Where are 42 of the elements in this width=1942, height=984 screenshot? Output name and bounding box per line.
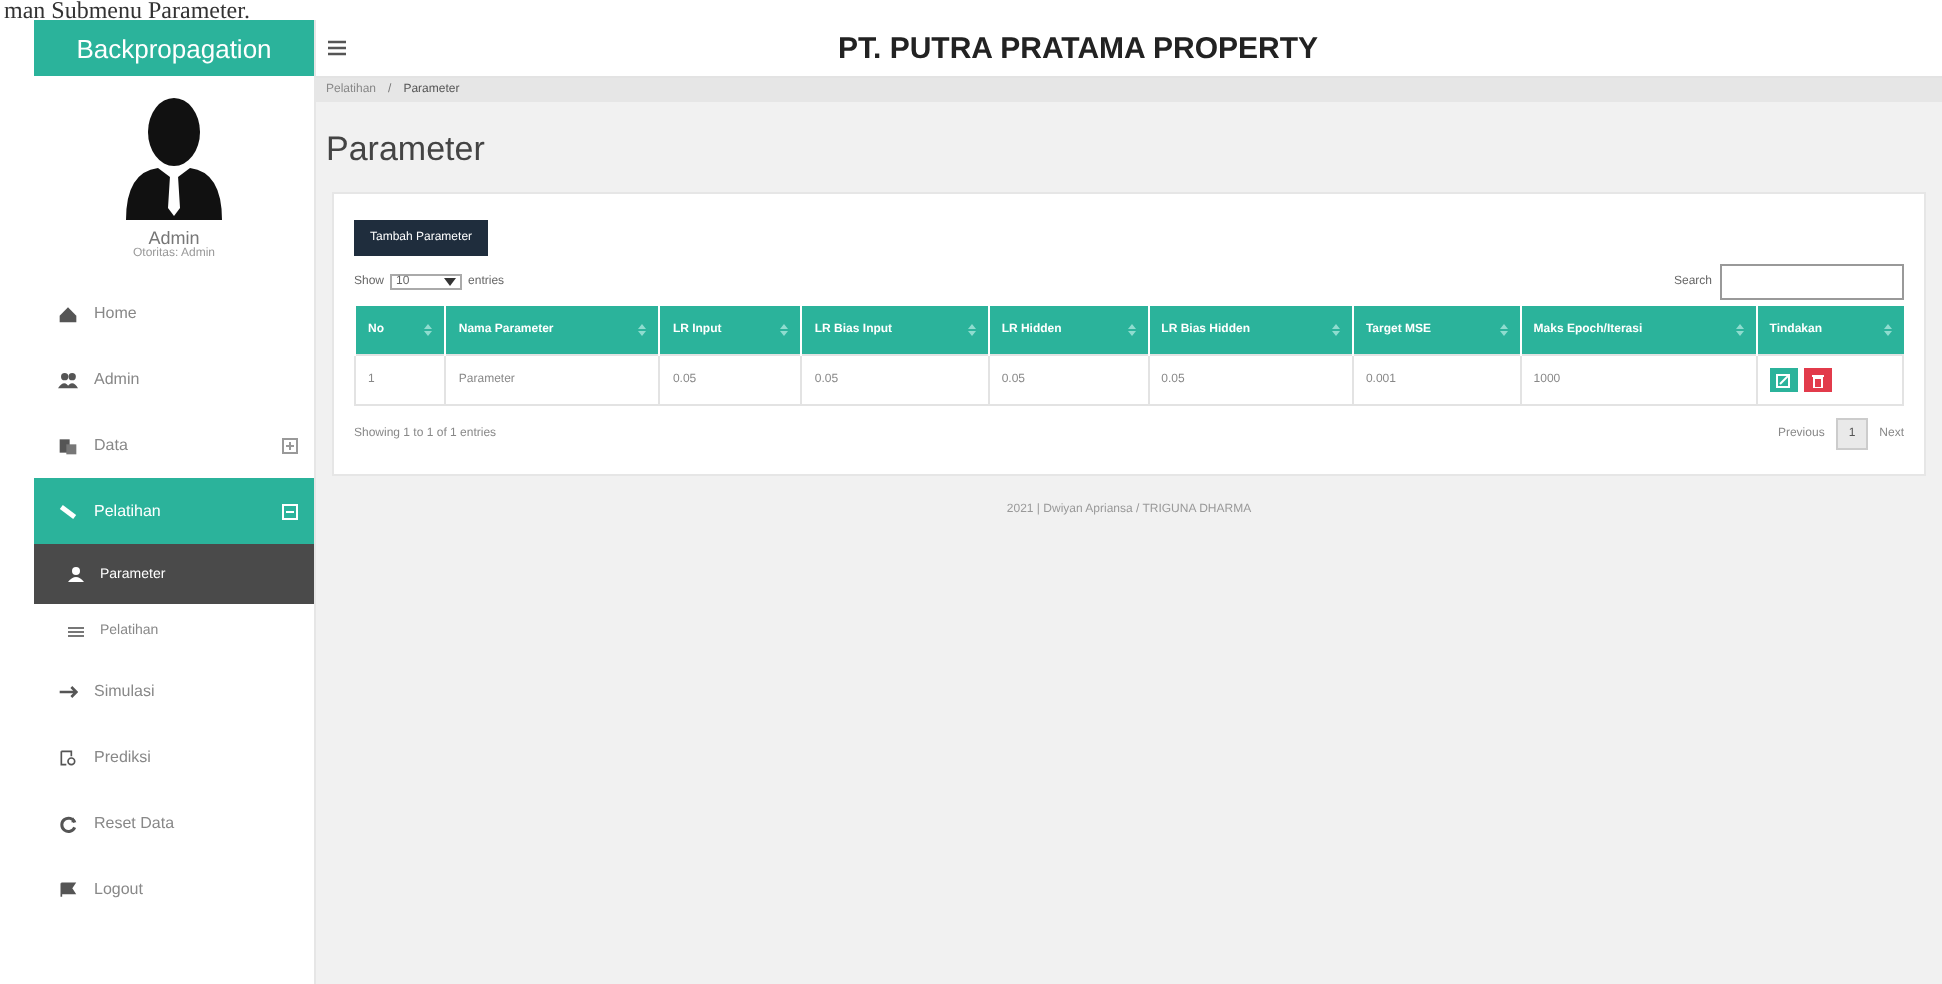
app-brand: Backpropagation — [34, 20, 314, 76]
menu-item-icon — [58, 303, 78, 323]
company-title: PT. PUTRA PRATAMA PROPERTY — [835, 31, 1320, 65]
search-field[interactable] — [1720, 264, 1904, 300]
menu-item-icon — [58, 501, 78, 521]
sort-icon — [1331, 324, 1340, 336]
sort-icon — [1127, 324, 1136, 336]
user-avatar-icon — [122, 92, 226, 220]
edit-button[interactable] — [1769, 368, 1798, 392]
sort-icon — [638, 324, 647, 336]
sort-icon — [780, 324, 789, 336]
sidebar-item[interactable]: Pelatihan — [34, 478, 314, 544]
sort-icon — [424, 324, 433, 336]
document-caption: man Submenu Parameter. — [2, 0, 252, 20]
sidebar-item[interactable]: Prediksi — [34, 724, 314, 790]
page-title: Parameter — [324, 128, 487, 172]
user-name: Admin — [148, 228, 200, 248]
trash-icon — [1811, 373, 1824, 387]
list-icon — [68, 623, 84, 639]
menu-item-icon — [58, 435, 78, 455]
sidebar-item[interactable]: Home — [34, 280, 314, 346]
menu-item-icon — [58, 747, 78, 767]
user-icon — [68, 566, 84, 582]
sort-icon — [1883, 324, 1891, 336]
sidebar-item[interactable]: Data — [34, 412, 314, 478]
delete-button[interactable] — [1803, 368, 1832, 392]
edit-icon — [1776, 373, 1791, 387]
sidebar-item[interactable]: Simulasi — [34, 658, 314, 724]
sort-icon — [1735, 324, 1744, 336]
expand-icon[interactable] — [282, 437, 298, 453]
sort-icon — [967, 324, 976, 336]
sidebar-item[interactable]: Reset Data — [34, 790, 314, 856]
menu-item-icon — [58, 813, 78, 833]
menu-item-icon — [58, 681, 78, 701]
sidebar-item[interactable]: Admin — [34, 346, 314, 412]
menu-item-icon — [58, 879, 78, 899]
sidebar-item[interactable]: Logout — [34, 856, 314, 922]
sort-icon — [1499, 324, 1508, 336]
menu-item-icon — [58, 369, 78, 389]
menu-icon[interactable] — [328, 40, 346, 56]
dropdown-caret-icon — [444, 278, 457, 286]
collapse-icon[interactable] — [282, 503, 298, 519]
